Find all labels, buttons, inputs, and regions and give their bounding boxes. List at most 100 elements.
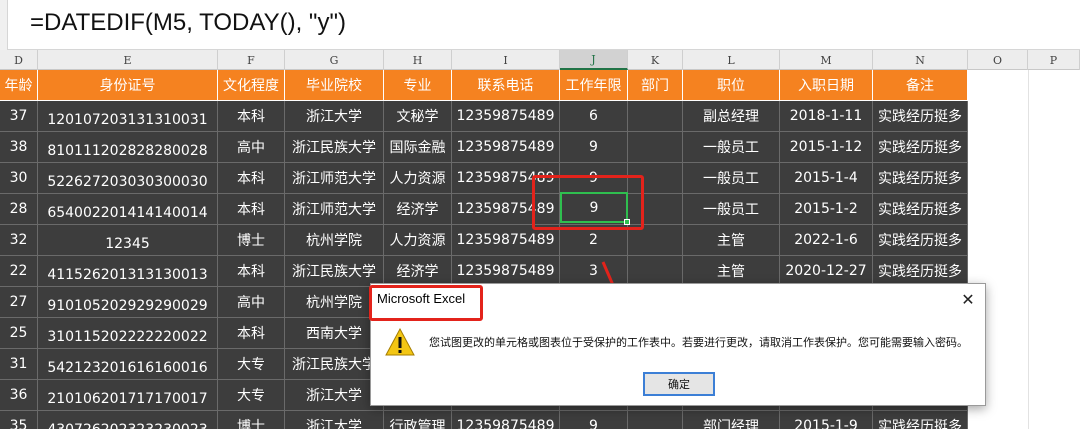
column-header-n[interactable]: N [873, 50, 968, 70]
table-cell[interactable]: 654002201414140014 [38, 194, 218, 225]
column-header-j[interactable]: J [560, 50, 628, 70]
header-cell-k[interactable]: 部门 [628, 70, 683, 101]
table-cell[interactable]: 12359875489 [452, 132, 560, 163]
table-cell[interactable]: 9 [560, 411, 628, 429]
header-cell-f[interactable]: 文化程度 [218, 70, 285, 101]
column-header-k[interactable]: K [628, 50, 683, 70]
table-cell[interactable]: 本科 [218, 163, 285, 194]
table-cell[interactable]: 副总经理 [683, 101, 780, 132]
table-cell[interactable]: 一般员工 [683, 163, 780, 194]
table-cell[interactable]: 实践经历挺多 [873, 101, 968, 132]
table-cell[interactable]: 浙江民族大学 [285, 132, 384, 163]
table-cell[interactable]: 实践经历挺多 [873, 194, 968, 225]
table-cell[interactable]: 2015-1-2 [780, 194, 873, 225]
table-cell[interactable]: 实践经历挺多 [873, 411, 968, 429]
close-icon[interactable]: ✕ [957, 288, 979, 310]
table-cell[interactable]: 35 [0, 411, 38, 429]
table-cell[interactable]: 大专 [218, 349, 285, 380]
table-cell[interactable]: 810111202828280028 [38, 132, 218, 163]
table-cell[interactable]: 27 [0, 287, 38, 318]
table-cell[interactable]: 12345 [38, 225, 218, 256]
table-cell[interactable]: 2015-1-12 [780, 132, 873, 163]
table-cell[interactable]: 37 [0, 101, 38, 132]
table-cell[interactable]: 38 [0, 132, 38, 163]
table-cell[interactable]: 博士 [218, 411, 285, 429]
table-cell[interactable] [628, 132, 683, 163]
table-cell[interactable]: 430726202323230023 [38, 411, 218, 429]
table-cell[interactable]: 博士 [218, 225, 285, 256]
table-cell[interactable]: 人力资源 [384, 163, 452, 194]
table-cell[interactable]: 6 [560, 101, 628, 132]
table-cell[interactable]: 9 [560, 132, 628, 163]
table-cell[interactable]: 人力资源 [384, 225, 452, 256]
column-header-f[interactable]: F [218, 50, 285, 70]
table-cell[interactable]: 高中 [218, 287, 285, 318]
header-cell-m[interactable]: 入职日期 [780, 70, 873, 101]
table-cell[interactable]: 910105202929290029 [38, 287, 218, 318]
column-header-o[interactable]: O [968, 50, 1028, 70]
table-cell[interactable]: 浙江大学 [285, 411, 384, 429]
table-cell[interactable]: 行政管理 [384, 411, 452, 429]
table-cell[interactable]: 实践经历挺多 [873, 163, 968, 194]
header-cell-h[interactable]: 专业 [384, 70, 452, 101]
header-cell-n[interactable]: 备注 [873, 70, 968, 101]
formula-text[interactable]: =DATEDIF(M5, TODAY(), "y") [30, 9, 346, 37]
table-cell[interactable]: 本科 [218, 256, 285, 287]
column-header-l[interactable]: L [683, 50, 780, 70]
column-header-i[interactable]: I [452, 50, 560, 70]
table-cell[interactable]: 210106201717170017 [38, 380, 218, 411]
column-header-h[interactable]: H [384, 50, 452, 70]
table-cell[interactable]: 杭州学院 [285, 225, 384, 256]
table-cell[interactable]: 12359875489 [452, 101, 560, 132]
table-cell[interactable]: 2015-1-4 [780, 163, 873, 194]
table-cell[interactable] [628, 411, 683, 429]
table-cell[interactable]: 本科 [218, 318, 285, 349]
header-cell-d[interactable]: 年龄 [0, 70, 38, 101]
table-cell[interactable]: 部门经理 [683, 411, 780, 429]
table-cell[interactable]: 2018-1-11 [780, 101, 873, 132]
column-header-d[interactable]: D [0, 50, 38, 70]
table-cell[interactable]: 大专 [218, 380, 285, 411]
table-cell[interactable]: 310115202222220022 [38, 318, 218, 349]
table-cell[interactable]: 36 [0, 380, 38, 411]
table-cell[interactable]: 120107203131310031 [38, 101, 218, 132]
table-cell[interactable]: 522627203030300030 [38, 163, 218, 194]
table-cell[interactable]: 12359875489 [452, 411, 560, 429]
table-cell[interactable]: 文秘学 [384, 101, 452, 132]
table-cell[interactable]: 实践经历挺多 [873, 225, 968, 256]
table-cell[interactable]: 28 [0, 194, 38, 225]
table-cell[interactable]: 2022-1-6 [780, 225, 873, 256]
table-cell[interactable]: 一般员工 [683, 194, 780, 225]
table-cell[interactable]: 411526201313130013 [38, 256, 218, 287]
table-cell[interactable]: 30 [0, 163, 38, 194]
table-cell[interactable]: 31 [0, 349, 38, 380]
table-cell[interactable]: 本科 [218, 194, 285, 225]
header-cell-j[interactable]: 工作年限 [560, 70, 628, 101]
table-cell[interactable]: 浙江师范大学 [285, 194, 384, 225]
table-cell[interactable]: 主管 [683, 225, 780, 256]
table-cell[interactable]: 2015-1-9 [780, 411, 873, 429]
ok-button[interactable]: 确定 [643, 372, 715, 396]
table-cell[interactable]: 浙江大学 [285, 101, 384, 132]
header-cell-g[interactable]: 毕业院校 [285, 70, 384, 101]
table-cell[interactable]: 一般员工 [683, 132, 780, 163]
table-cell[interactable]: 浙江师范大学 [285, 163, 384, 194]
column-header-e[interactable]: E [38, 50, 218, 70]
table-cell[interactable]: 经济学 [384, 194, 452, 225]
column-header-p[interactable]: P [1028, 50, 1080, 70]
table-cell[interactable]: 高中 [218, 132, 285, 163]
table-cell[interactable]: 22 [0, 256, 38, 287]
table-cell[interactable]: 国际金融 [384, 132, 452, 163]
header-cell-e[interactable]: 身份证号 [38, 70, 218, 101]
header-cell-i[interactable]: 联系电话 [452, 70, 560, 101]
table-cell[interactable]: 25 [0, 318, 38, 349]
table-cell[interactable]: 542123201616160016 [38, 349, 218, 380]
table-cell[interactable] [628, 101, 683, 132]
formula-bar[interactable]: =DATEDIF(M5, TODAY(), "y") [0, 0, 1080, 50]
table-cell[interactable]: 32 [0, 225, 38, 256]
table-cell[interactable]: 本科 [218, 101, 285, 132]
table-cell[interactable]: 实践经历挺多 [873, 132, 968, 163]
column-header-g[interactable]: G [285, 50, 384, 70]
header-cell-l[interactable]: 职位 [683, 70, 780, 101]
column-header-m[interactable]: M [780, 50, 873, 70]
